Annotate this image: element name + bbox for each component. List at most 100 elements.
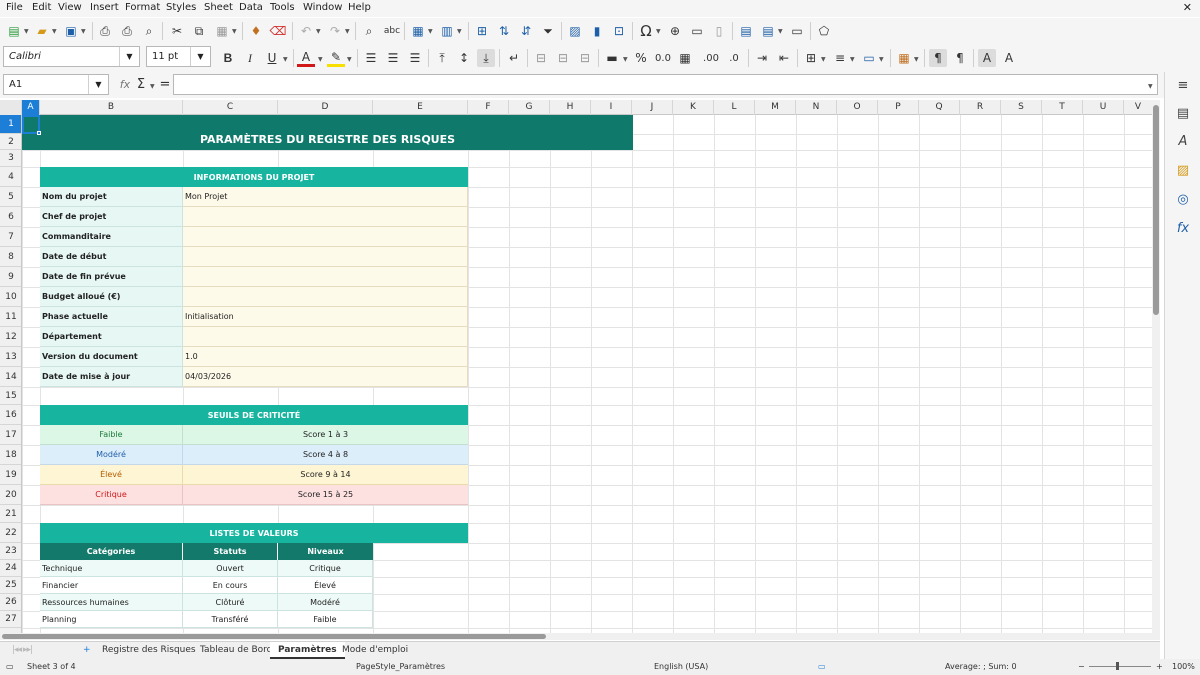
font-color-icon[interactable]: A [297,49,315,67]
row-header[interactable]: 24 [0,560,21,577]
column-header-g[interactable]: G [509,100,550,115]
list-cell[interactable]: Financier [40,577,183,594]
list-cell[interactable]: Clôturé [183,594,278,611]
split-window-icon[interactable]: ▭ [788,22,806,40]
field-value[interactable]: Initialisation [183,307,468,327]
column-header-m[interactable]: M [755,100,796,115]
freeze-rows-icon[interactable]: ▤ [759,22,777,40]
row-header[interactable]: 26 [0,594,21,611]
chevron-down-icon[interactable]: ▼ [88,75,108,94]
export-pdf-icon[interactable]: ⎙ [96,22,114,40]
autofilter-icon[interactable]: ⏷ [539,22,557,40]
vertical-scrollbar[interactable] [1152,100,1160,633]
row-header[interactable]: 16 [0,405,21,425]
menu-edit[interactable]: Edit [32,2,51,13]
row-icon[interactable]: ▦ [409,22,427,40]
column-header-k[interactable]: K [673,100,714,115]
text-horizontal-icon[interactable]: A [978,49,996,67]
field-value[interactable] [183,327,468,347]
row-header[interactable]: 10 [0,287,21,307]
row-header[interactable]: 22 [0,523,21,543]
column-header-c[interactable]: C [183,100,278,115]
row-header[interactable]: 23 [0,543,21,560]
select-all-corner[interactable] [0,100,22,115]
number-format-icon[interactable]: 0.0 [654,49,672,67]
sum-icon[interactable]: Σ [132,75,150,93]
column-header-q[interactable]: Q [919,100,960,115]
chevron-down-icon[interactable]: ▼ [190,47,210,66]
menu-format[interactable]: Format [125,2,160,13]
border-color-icon[interactable]: ▭ [860,49,878,67]
field-value[interactable] [183,207,468,227]
sort-descending-icon[interactable]: ⇵ [517,22,535,40]
increase-indent-icon[interactable]: ⇥ [753,49,771,67]
column-header-f[interactable]: F [468,100,509,115]
print-icon[interactable]: ⎙ [118,22,136,40]
align-bottom-icon[interactable]: ⤓ [477,49,495,67]
field-value[interactable] [183,247,468,267]
list-cell[interactable]: Faible [278,611,373,628]
row-header[interactable]: 8 [0,247,21,267]
list-cell[interactable]: Planning [40,611,183,628]
row-header[interactable]: 18 [0,445,21,465]
merge-center-icon[interactable]: ⊟ [532,49,550,67]
bold-icon[interactable]: B [219,49,237,67]
column-header-r[interactable]: R [960,100,1001,115]
paste-icon[interactable]: ▦ [213,22,231,40]
undo-icon[interactable]: ↶ [297,22,315,40]
row-header[interactable]: 25 [0,577,21,594]
delete-decimal-icon[interactable]: .0 [725,49,743,67]
field-value[interactable] [183,287,468,307]
row-header[interactable]: 15 [0,387,21,405]
menu-window[interactable]: Window [303,2,342,13]
open-folder-icon[interactable]: ▰ [33,22,51,40]
column-header-p[interactable]: P [878,100,919,115]
date-format-icon[interactable]: ▦ [676,49,694,67]
list-cell[interactable]: Modéré [278,594,373,611]
pivot-table-icon[interactable]: ⊡ [610,22,628,40]
selection-mode-icon[interactable]: ▭ [818,662,826,671]
menu-styles[interactable]: Styles [166,2,196,13]
fill-handle[interactable] [37,131,41,135]
borders-icon[interactable]: ⊞ [802,49,820,67]
list-cell[interactable]: Ouvert [183,560,278,577]
percent-format-icon[interactable]: % [632,49,650,67]
horizontal-scroll-thumb[interactable] [2,634,546,639]
column-header-h[interactable]: H [550,100,591,115]
menu-data[interactable]: Data [239,2,263,13]
horizontal-scrollbar[interactable] [0,633,1160,640]
column-header-a[interactable]: A [22,100,40,115]
underline-icon[interactable]: U [263,49,281,67]
text-vertical-icon[interactable]: A [1000,49,1018,67]
align-right-icon[interactable]: ☰ [406,49,424,67]
tab-tableau-de-bord[interactable]: Tableau de Bord [192,642,280,659]
conditional-format-icon[interactable]: ▦ [895,49,913,67]
font-size-box[interactable]: 11 pt ▼ [146,46,211,67]
copy-icon[interactable]: ⧉ [190,22,208,40]
column-header-s[interactable]: S [1001,100,1042,115]
field-value[interactable] [183,267,468,287]
list-cell[interactable]: En cours [183,577,278,594]
row-header[interactable]: 6 [0,207,21,227]
insert-image-icon[interactable]: ▨ [566,22,584,40]
sort-ascending-icon[interactable]: ⇅ [495,22,513,40]
formula-icon[interactable]: = [156,75,174,93]
column-header-n[interactable]: N [796,100,837,115]
row-header[interactable]: 3 [0,150,21,167]
new-document-icon[interactable]: ▤ [5,22,23,40]
zoom-out-icon[interactable]: − [1078,662,1085,671]
zoom-slider[interactable] [1089,666,1151,667]
list-cell[interactable]: Élevé [278,577,373,594]
spelling-icon[interactable]: abc [383,22,401,40]
column-header-l[interactable]: L [714,100,755,115]
merge-cells-icon[interactable]: ⊟ [554,49,572,67]
row-header[interactable]: 9 [0,267,21,287]
row-header[interactable]: 14 [0,367,21,387]
redo-icon[interactable]: ↷ [326,22,344,40]
page-style[interactable]: PageStyle_Paramètres [356,662,445,671]
field-value[interactable]: Mon Projet [183,187,468,207]
column-header-e[interactable]: E [373,100,468,115]
formula-input[interactable] [173,74,1158,95]
comment-icon[interactable]: ▭ [688,22,706,40]
toggle-fullscreen-icon[interactable]: ⊞ [473,22,491,40]
